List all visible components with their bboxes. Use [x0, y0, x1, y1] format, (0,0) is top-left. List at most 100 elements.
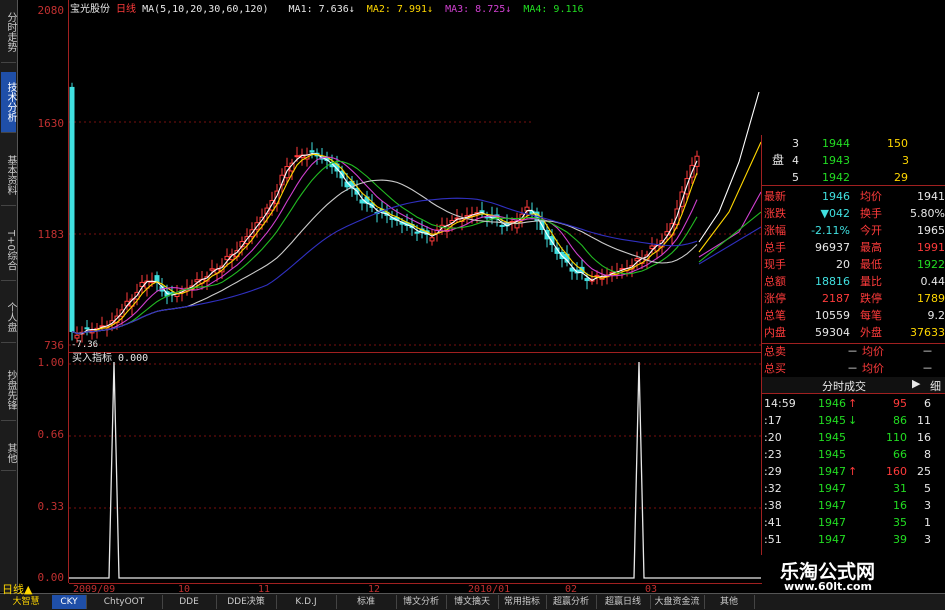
bottom-tab[interactable]: 其他 [704, 595, 755, 609]
quote-row: 最新1946均价1941 [762, 188, 945, 205]
summary-table: 总卖 － 均价 － 总买 － 均价 － [762, 343, 945, 378]
book-volume: 29 [894, 169, 908, 186]
tick-time: :23 [764, 446, 782, 463]
candle-body [430, 238, 434, 241]
candle-body [85, 328, 89, 329]
tick-time: :51 [764, 531, 782, 548]
ma-line [699, 192, 761, 257]
tick-price: 1947 [818, 514, 846, 531]
quote-key: 最低 [860, 256, 882, 273]
quote-value: 1946 [822, 188, 850, 205]
tick-count: 1 [924, 514, 931, 531]
quote-key: 总手 [764, 239, 786, 256]
indicator-tick: 1.00 [38, 356, 65, 369]
ma-line [699, 212, 761, 262]
side-tab-t0[interactable]: T+0综合 [1, 220, 16, 281]
quote-value: 20 [836, 256, 850, 273]
candle-body [415, 232, 419, 233]
x-axis-line [69, 583, 762, 584]
summary-key: 均价 [862, 343, 884, 360]
ticks-detail-button[interactable]: 细 [930, 378, 941, 394]
quote-row: 涨幅-2.11%今开1965 [762, 222, 945, 239]
summary-row: 总卖 － 均价 － [762, 343, 945, 360]
bottom-tab[interactable]: 超赢分析 [546, 595, 597, 609]
bottom-tab[interactable]: 常用指标 [498, 595, 547, 609]
buy-signal-line [69, 362, 761, 578]
price-axis: 2080 1630 1183 736 1.00 0.66 0.33 0.00 [18, 0, 69, 583]
quote-value: -2.11% [811, 222, 850, 239]
tick-volume: 86 [893, 412, 907, 429]
quote-key: 均价 [860, 188, 882, 205]
bottom-tab[interactable]: 超赢日线 [596, 595, 651, 609]
bottom-tab[interactable]: 博文擒天 [446, 595, 499, 609]
period-tab-label[interactable]: 日线 [2, 583, 24, 596]
book-price: 1942 [822, 169, 850, 186]
tick-row: :171945↓8611 [762, 412, 945, 429]
side-tab-technical[interactable]: 技术分析 [1, 72, 16, 133]
quote-key: 总额 [764, 273, 786, 290]
side-tab-fundamentals[interactable]: 基本资料 [1, 145, 16, 206]
quote-value: 59304 [815, 324, 850, 341]
tick-count: 11 [917, 412, 931, 429]
quote-value: 1789 [917, 290, 945, 307]
candle-body [75, 335, 79, 338]
indicator-chart[interactable] [69, 362, 761, 584]
summary-value: － [847, 360, 858, 377]
quote-key: 内盘 [764, 324, 786, 341]
tick-volume: 16 [893, 497, 907, 514]
tick-price: 1947 [818, 480, 846, 497]
side-tab-timeshare[interactable]: 分时走势 [1, 2, 16, 63]
bottom-tab[interactable]: 标准 [336, 595, 397, 609]
tick-row: 14:591946↑956 [762, 395, 945, 412]
price-tick: 1183 [38, 228, 65, 241]
quote-panel: 盘 3 1944 150 4 1943 3 5 1942 29 最新1946均价… [762, 135, 945, 555]
summary-value: － [922, 343, 933, 360]
bottom-tab[interactable]: CKY [52, 595, 87, 609]
tick-volume: 160 [886, 463, 907, 480]
bottom-tab[interactable]: DDE决策 [216, 595, 277, 609]
bottom-tab[interactable]: K.D.J [276, 595, 337, 609]
quote-table: 最新1946均价1941涨跌▼042换手5.80%涨幅-2.11%今开1965总… [762, 188, 945, 344]
up-triangle-icon: ▲ [24, 583, 32, 596]
side-tab-pioneer[interactable]: 抄盘先锋 [1, 360, 16, 421]
tick-volume: 95 [893, 395, 907, 412]
quote-key: 外盘 [860, 324, 882, 341]
ma-line [699, 142, 761, 252]
side-tab-other[interactable]: 其他 [1, 435, 16, 471]
bottom-tab[interactable]: 大盘资金流 [650, 595, 705, 609]
quote-value: 2187 [822, 290, 850, 307]
ma-line [72, 161, 697, 333]
quote-value: 1965 [917, 222, 945, 239]
tick-price: 1947 [818, 497, 846, 514]
summary-key: 总卖 [764, 343, 786, 360]
kline-chart[interactable]: -7.36 [69, 12, 761, 352]
quote-row: 总额18816量比0.44 [762, 273, 945, 290]
summary-key: 均价 [862, 360, 884, 377]
tick-price: 1947 [818, 463, 846, 480]
play-icon[interactable]: ▶ [912, 377, 920, 390]
indicator-tick: 0.00 [38, 571, 65, 584]
tick-time: :41 [764, 514, 782, 531]
quote-row: 涨停2187跌停1789 [762, 290, 945, 307]
bottom-tab[interactable]: 博文分析 [396, 595, 447, 609]
quote-value: 9.2 [928, 307, 945, 324]
order-book: 盘 3 1944 150 4 1943 3 5 1942 29 [762, 135, 945, 186]
side-tab-personal[interactable]: 个人盘 [1, 292, 16, 343]
quote-row: 内盘59304外盘37633 [762, 324, 945, 341]
indicator-tick: 0.33 [38, 500, 65, 513]
bottom-tab[interactable]: DDE [162, 595, 217, 609]
tick-count: 16 [917, 429, 931, 446]
ticks-title[interactable]: 分时成交 [822, 378, 866, 394]
tick-price: 1947 [818, 531, 846, 548]
tick-time: :32 [764, 480, 782, 497]
quote-key: 涨停 [764, 290, 786, 307]
bottom-tab[interactable]: ChtyOOT [86, 595, 163, 609]
ticks-header: 分时成交 ▶ 细 [762, 377, 945, 394]
ticks-table[interactable]: 14:591946↑956:171945↓8611:20194511016:23… [762, 395, 945, 555]
quote-value: 1991 [917, 239, 945, 256]
summary-value: － [847, 343, 858, 360]
bottom-tab[interactable]: 大智慧 [0, 595, 53, 609]
candle-body [210, 269, 214, 270]
tick-count: 8 [924, 446, 931, 463]
quote-value: 96937 [815, 239, 850, 256]
